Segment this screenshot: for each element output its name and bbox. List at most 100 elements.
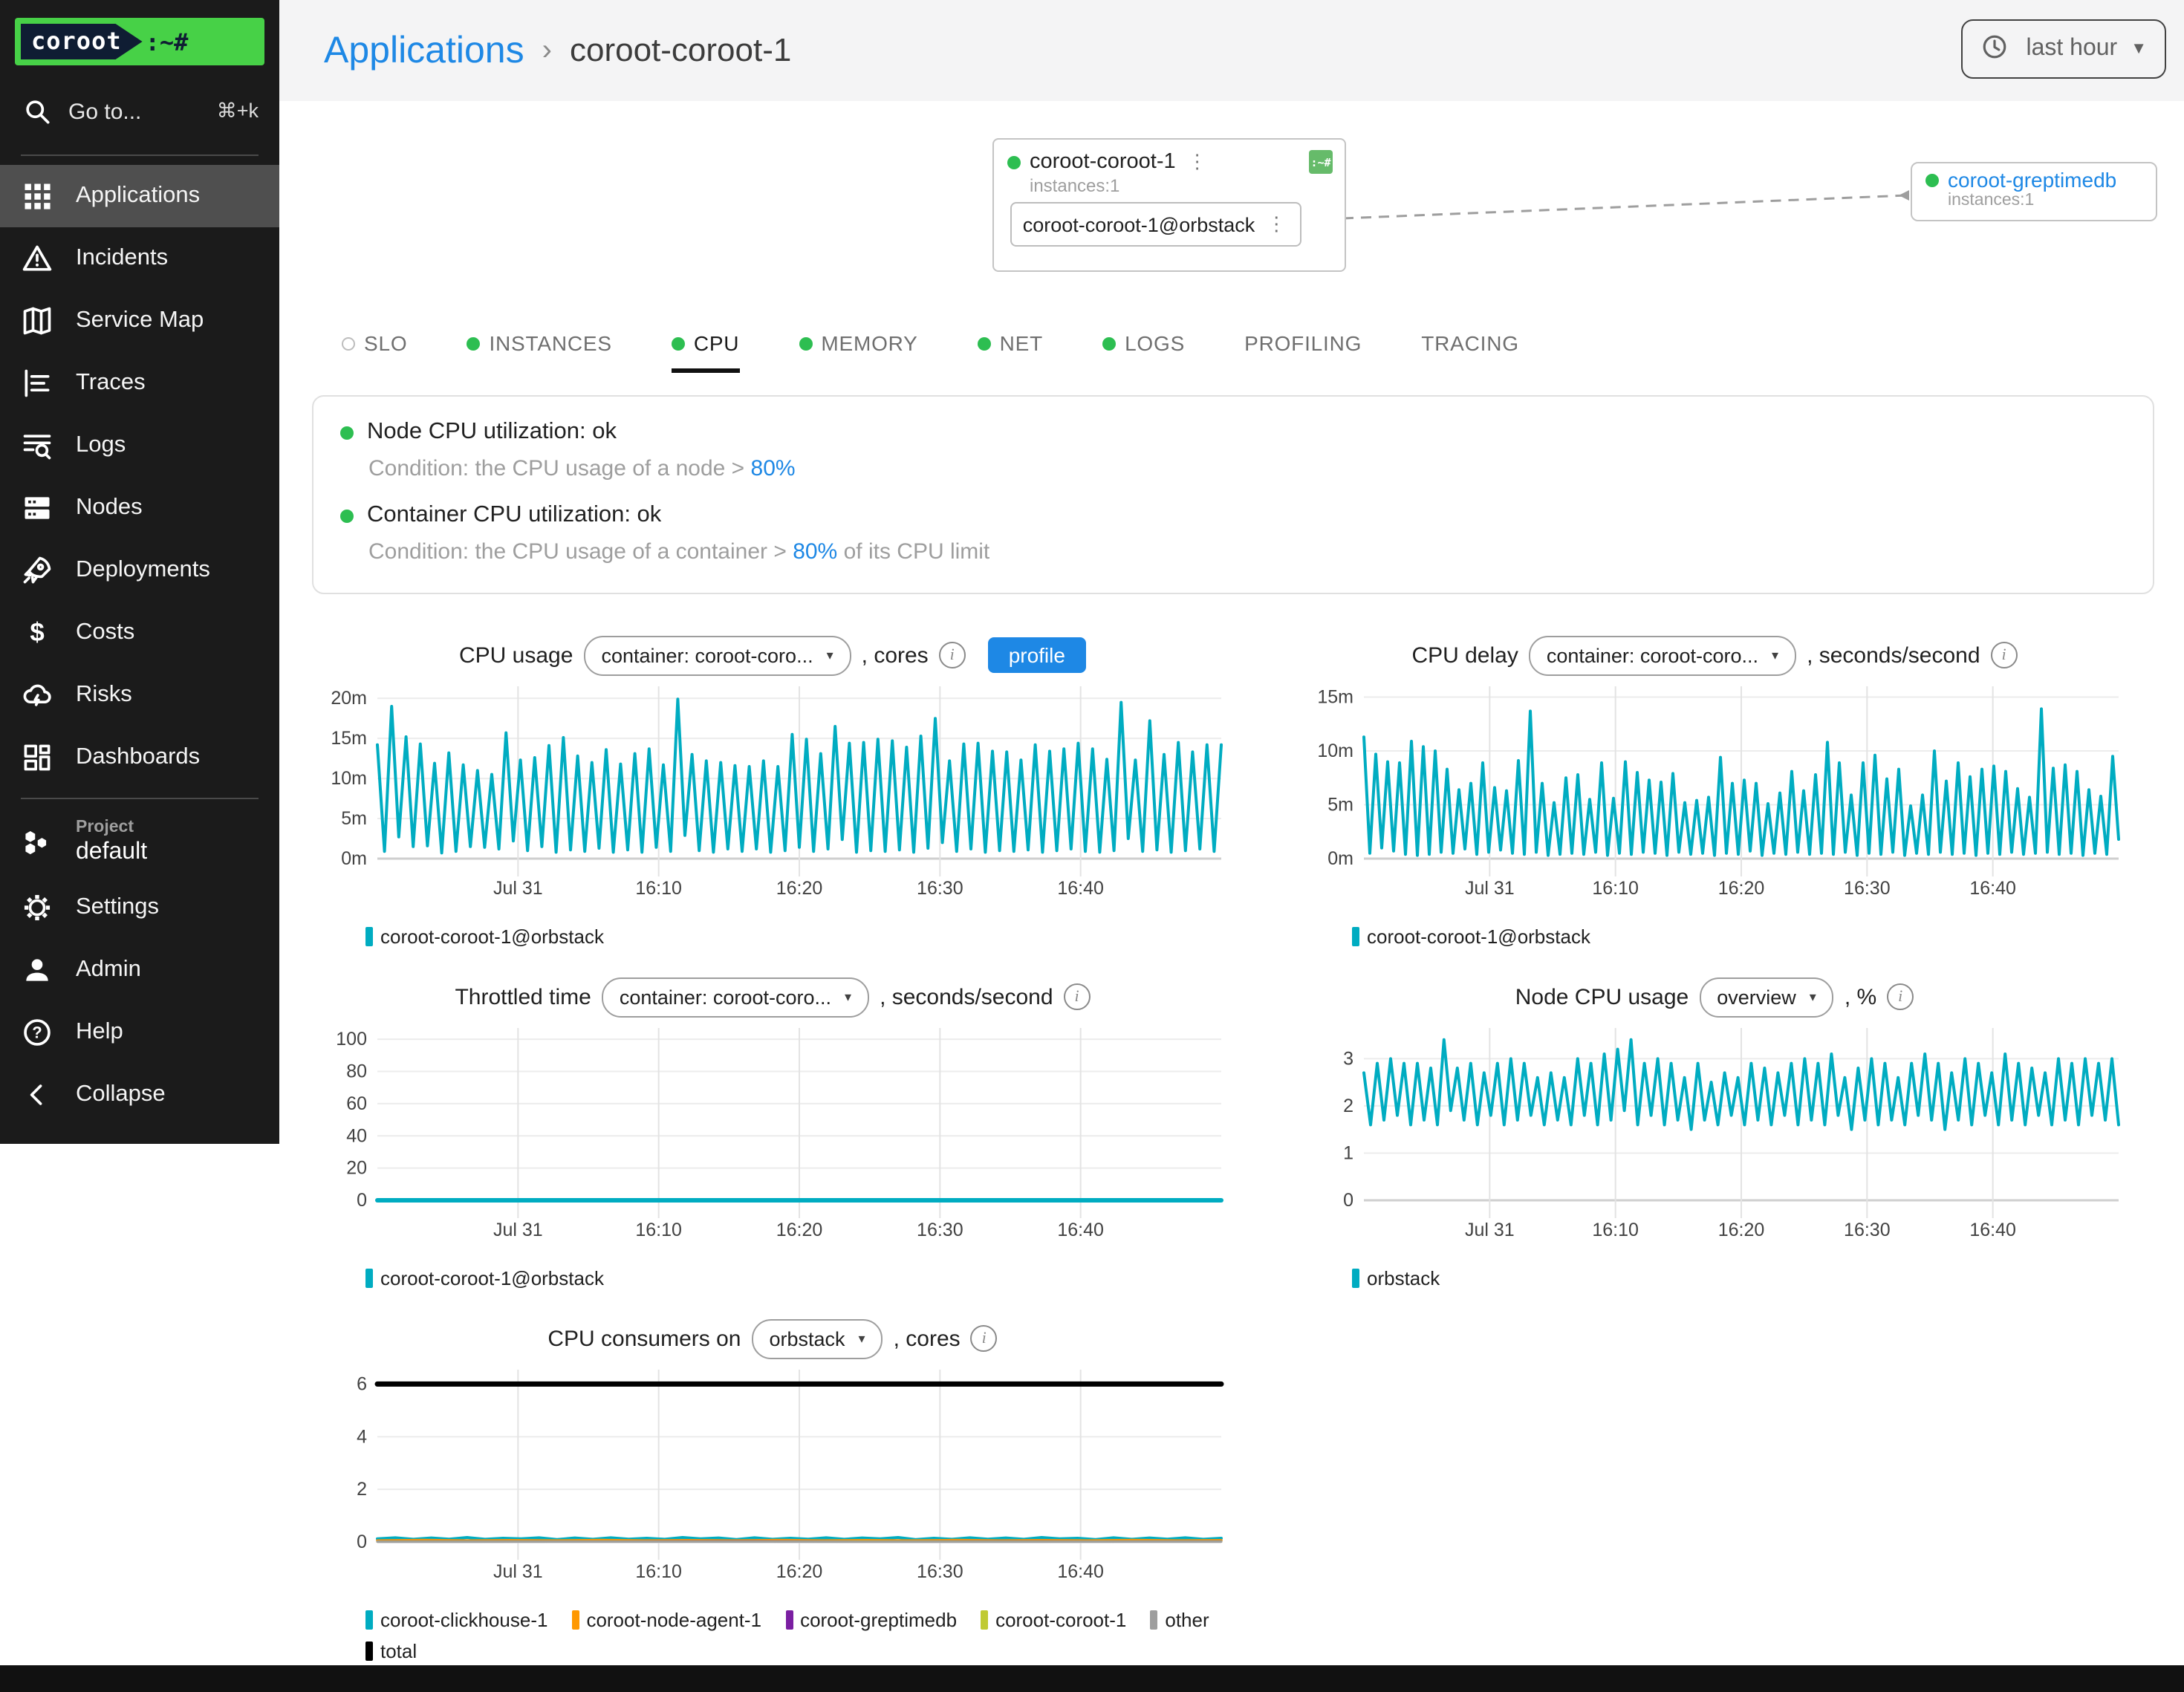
sidebar-item-costs[interactable]: $ Costs [0,602,279,664]
sidebar-item-label: Settings [76,895,159,922]
coroot-logo[interactable]: coroot :~# [15,18,264,65]
tab-cpu[interactable]: CPU [672,331,740,373]
series-selector-dropdown[interactable]: orbstack▾ [751,1318,883,1359]
tab-tracing[interactable]: TRACING [1421,331,1519,373]
chart-title: CPU usagecontainer: coroot-coro...▾, cor… [312,636,1233,674]
sidebar-item-admin[interactable]: Admin [0,940,279,1002]
map-icon [21,305,53,337]
legend-label: orbstack [1367,1267,1440,1289]
cpu-usage-chart: CPU usagecontainer: coroot-coro...▾, cor… [312,636,1233,948]
tab-slo[interactable]: SLO [342,331,407,373]
sidebar-item-dashboards[interactable]: Dashboards [0,726,279,789]
tab-logs[interactable]: LOGS [1102,331,1185,373]
sidebar-item-traces[interactable]: Traces [0,352,279,414]
sidebar-item-risks[interactable]: Risks [0,664,279,726]
series-selector-dropdown[interactable]: container: coroot-coro...▾ [1529,635,1796,675]
svg-text:10m: 10m [1317,741,1353,761]
dashboard-grid-icon [21,741,53,774]
kebab-menu-icon[interactable]: ⋮ [1185,150,1210,174]
project-selector[interactable]: Project default [0,808,279,877]
sidebar-item-label: Service Map [76,308,204,334]
upstream-name-link[interactable]: coroot-greptimedb [1948,168,2116,192]
legend-item[interactable]: coroot-coroot-1@orbstack [1352,925,1590,948]
chart-unit-label: , cores [862,642,929,668]
breadcrumb-current: coroot-coroot-1 [570,31,791,70]
main-content: coroot-coroot-1 ⋮ :~# instances:1 coroot… [279,101,2184,1665]
caret-down-icon: ▾ [845,989,851,1005]
sidebar-item-incidents[interactable]: Incidents [0,227,279,290]
time-range-picker[interactable]: last hour ▼ [1960,19,2166,79]
info-icon[interactable]: i [939,642,966,668]
chart-unit-label: , seconds/second [1807,642,1980,668]
legend-color-swatch [785,1610,793,1630]
legend-item[interactable]: coroot-coroot-1 [981,1609,1126,1631]
series-selector-dropdown[interactable]: overview▾ [1699,977,1834,1017]
legend-item[interactable]: coroot-coroot-1@orbstack [365,1267,604,1289]
sidebar-item-logs[interactable]: Logs [0,414,279,477]
breadcrumb-separator-icon: › [542,33,552,68]
cpu-checks-panel: Node CPU utilization: ok Condition: the … [312,395,2154,594]
legend-item[interactable]: orbstack [1352,1267,1440,1289]
tab-net[interactable]: NET [978,331,1043,373]
legend-item[interactable]: coroot-coroot-1@orbstack [365,925,604,948]
chart-legend: coroot-clickhouse-1 coroot-node-agent-1 co… [365,1609,1233,1662]
svg-text:16:40: 16:40 [1057,878,1104,899]
caret-down-icon: ▾ [1810,989,1816,1005]
sidebar-item-service-map[interactable]: Service Map [0,290,279,352]
sidebar-item-deployments[interactable]: Deployments [0,539,279,602]
sidebar-item-help[interactable]: ? Help [0,1002,279,1064]
tab-instances[interactable]: INSTANCES [467,331,611,373]
legend-item[interactable]: coroot-greptimedb [785,1609,957,1631]
help-circle-icon: ? [21,1017,53,1050]
tab-memory[interactable]: MEMORY [799,331,917,373]
info-icon[interactable]: i [971,1325,998,1352]
svg-text:60: 60 [346,1093,367,1114]
chart-title: Throttled timecontainer: coroot-coro...▾… [312,977,1233,1016]
svg-text:$: $ [30,618,44,647]
threshold-link[interactable]: 80% [751,456,796,481]
caret-down-icon: ▾ [827,647,833,663]
sidebar-item-settings[interactable]: Settings [0,877,279,940]
instance-chip[interactable]: coroot-coroot-1@orbstack ⋮ [1010,202,1301,247]
profile-button[interactable]: profile [988,637,1086,673]
sidebar-item-label: Applications [76,183,200,209]
series-selector-dropdown[interactable]: container: coroot-coro...▾ [583,635,851,675]
status-dot [1007,155,1021,169]
legend-label: coroot-node-agent-1 [586,1609,761,1631]
info-icon[interactable]: i [1064,983,1091,1010]
legend-item[interactable]: coroot-node-agent-1 [571,1609,761,1631]
breadcrumb-applications-link[interactable]: Applications [324,29,524,72]
svg-text:10m: 10m [331,768,367,789]
legend-item[interactable]: other [1150,1609,1209,1631]
person-icon [21,954,53,987]
chart-unit-label: , seconds/second [880,984,1053,1009]
rocket-icon [21,554,53,587]
threshold-link[interactable]: 80% [793,539,837,564]
status-dot [978,336,991,350]
svg-text:15m: 15m [331,728,367,749]
coroot-logo-suffix: :~# [146,27,189,56]
svg-text:16:40: 16:40 [1969,878,2016,899]
goto-search[interactable]: Go to... ⌘+k [0,74,279,146]
series-selector-dropdown[interactable]: container: coroot-coro...▾ [602,977,869,1017]
status-dot [1102,336,1116,350]
svg-text:16:10: 16:10 [635,878,682,899]
info-icon[interactable]: i [1887,983,1914,1010]
info-icon[interactable]: i [1991,642,2018,668]
traces-list-icon [21,367,53,400]
svg-text:0: 0 [357,1532,367,1552]
check-container-cpu-condition: Condition: the CPU usage of a container … [368,539,2126,564]
svg-text:Jul 31: Jul 31 [493,878,543,899]
svg-text:1: 1 [1343,1142,1353,1163]
legend-item[interactable]: coroot-clickhouse-1 [365,1609,547,1631]
svg-text:16:30: 16:30 [917,878,963,899]
tab-profiling[interactable]: PROFILING [1244,331,1362,373]
legend-item[interactable]: total [365,1640,417,1662]
sidebar-item-nodes[interactable]: Nodes [0,477,279,539]
svg-text:40: 40 [346,1125,367,1146]
kebab-menu-icon[interactable]: ⋮ [1264,212,1289,236]
svg-text:16:10: 16:10 [1592,878,1639,899]
project-label: Project [76,817,147,839]
sidebar-item-applications[interactable]: Applications [0,165,279,227]
sidebar-item-collapse[interactable]: Collapse [0,1064,279,1127]
